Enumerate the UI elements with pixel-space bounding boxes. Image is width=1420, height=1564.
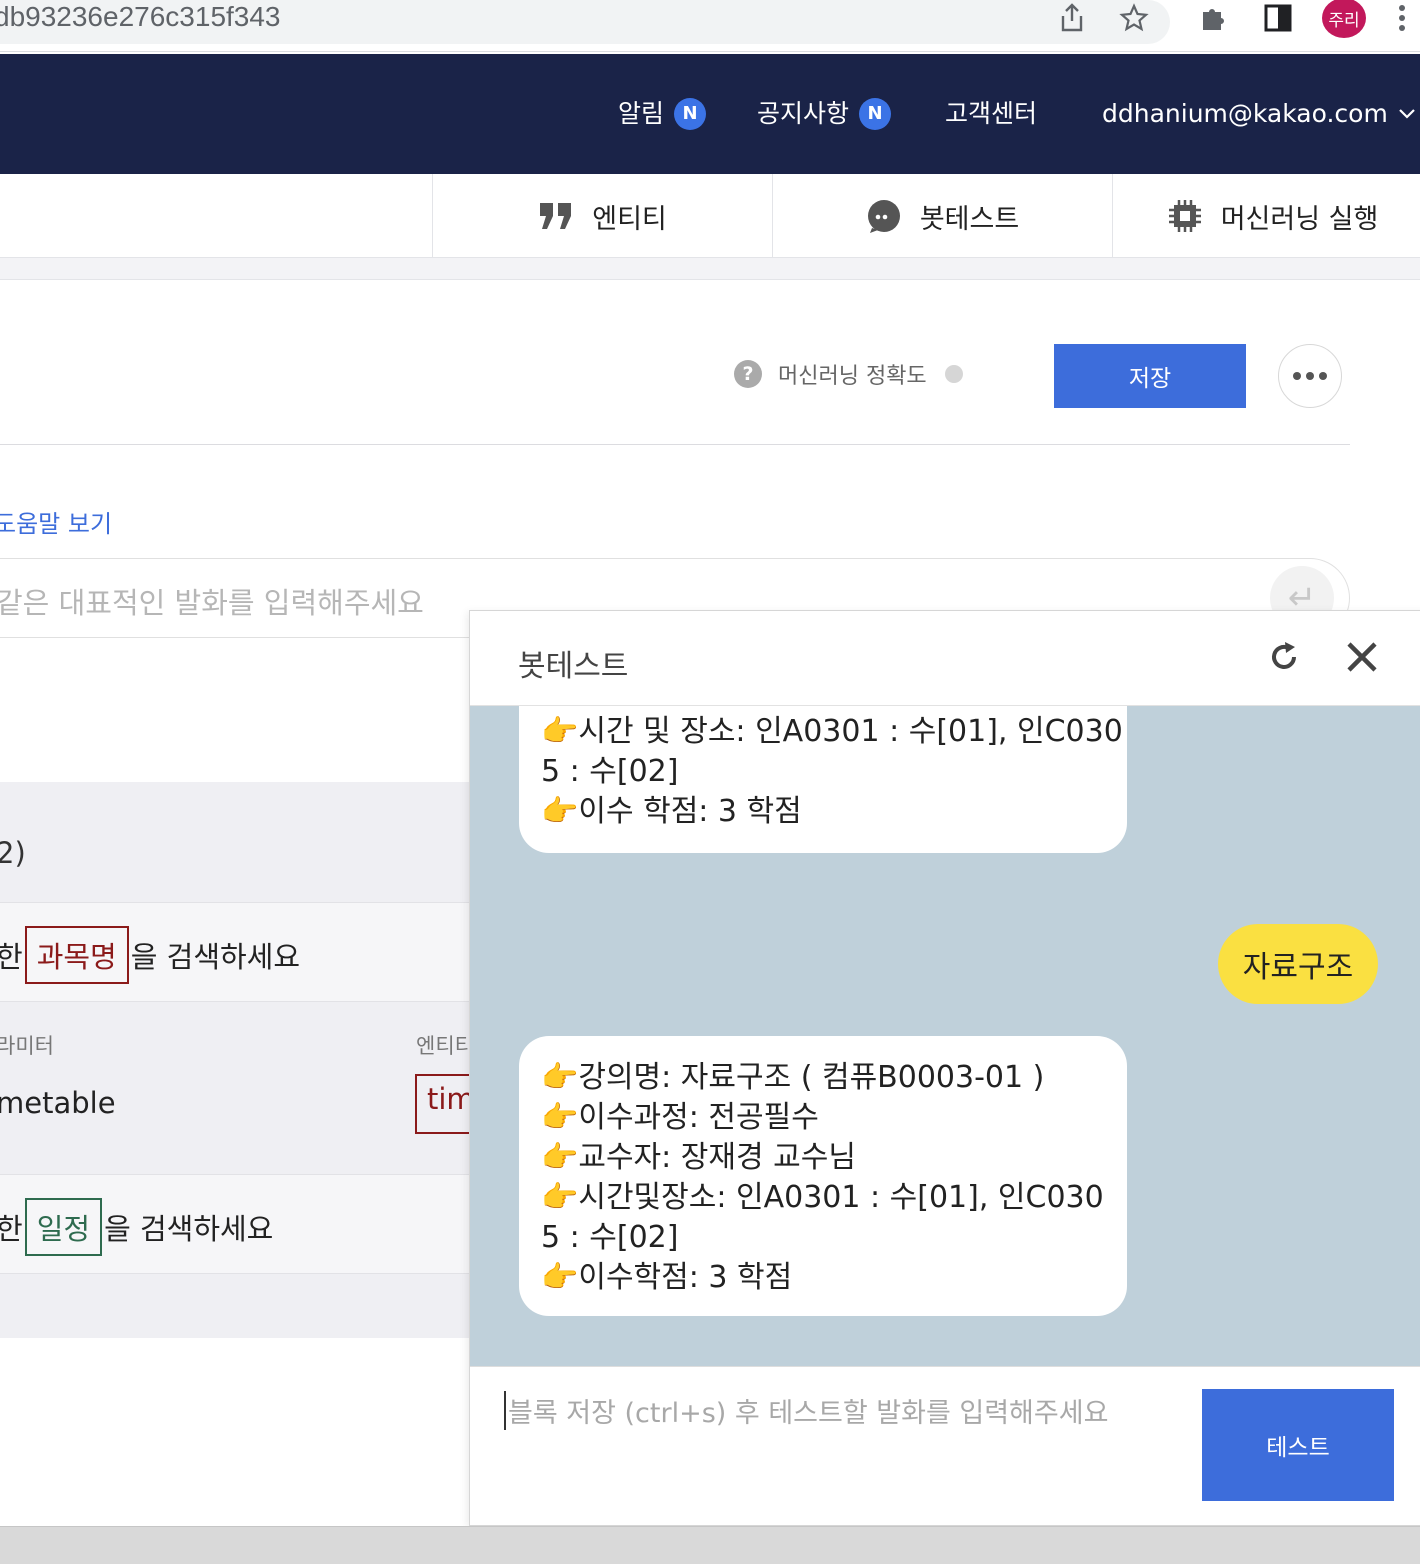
parameter-header: 라미터 [0, 1034, 54, 1058]
account-menu[interactable]: ddhanium@kakao.com [1102, 98, 1416, 130]
test-button[interactable]: 테스트 [1202, 1389, 1394, 1501]
share-icon[interactable] [1056, 2, 1088, 34]
refresh-icon[interactable] [1266, 639, 1302, 675]
section-separator [0, 258, 1420, 280]
bot-test-panel: 봇테스트 👉시간 및 장소: 인A0301 : 수[01], 인C030 5 :… [469, 610, 1420, 1526]
pattern-prefix: 한 [0, 940, 23, 974]
top-navigation: 알림 N 공지사항 N 고객센터 ddhanium@kakao.com [0, 54, 1420, 174]
bot-message-line: 👉교수자: 장재경 교수님 [541, 1140, 856, 1175]
nav-alerts-label: 알림 [618, 99, 665, 128]
more-options-button[interactable] [1278, 344, 1342, 408]
more-dot-icon [1306, 372, 1314, 380]
entity-tag-schedule[interactable]: 일정 [24, 1198, 103, 1256]
help-question-icon[interactable]: ? [734, 360, 762, 388]
parameter-value: metable [0, 1086, 116, 1120]
tab-ml-run[interactable]: 머신러닝 실행 [1112, 174, 1420, 258]
bot-message-line: 👉이수학점: 3 학점 [541, 1260, 793, 1295]
bot-message-line: 5 : 수[02] [541, 1220, 679, 1255]
address-bar[interactable]: db93236e276c315f343 [0, 0, 1170, 44]
bot-message-line: 👉시간 및 장소: 인A0301 : 수[01], 인C030 [541, 714, 1123, 749]
tab-ml-run-label: 머신러닝 실행 [1220, 203, 1379, 235]
entity-tag-subject[interactable]: 과목명 [24, 926, 129, 984]
tab-entity-label: 엔티티 [592, 203, 667, 235]
url-text: db93236e276c315f343 [0, 1, 281, 32]
nav-support[interactable]: 고객센터 [945, 98, 1037, 130]
nav-support-label: 고객센터 [945, 99, 1038, 128]
browser-menu-icon[interactable] [1392, 2, 1412, 34]
browser-toolbar: db93236e276c315f343 주리 [0, 0, 1420, 52]
nav-notice-label: 공지사항 [757, 99, 850, 128]
ml-accuracy: ? 머신러닝 정확도 [734, 358, 963, 390]
user-message: 자료구조 [1218, 924, 1378, 1004]
help-link[interactable]: 도움말 보기 [0, 504, 112, 539]
more-dot-icon [1319, 372, 1327, 380]
divider [0, 444, 1350, 445]
ml-accuracy-status-dot [944, 365, 963, 383]
bot-message: 👉강의명: 자료구조 ( 컴퓨B0003-01 ) 👉이수과정: 전공필수 👉교… [519, 1036, 1127, 1316]
bot-message-line: 👉이수 학점: 3 학점 [541, 794, 802, 829]
builder-tab-bar: 엔티티 봇테스트 머신러닝 실행 [0, 174, 1420, 258]
account-email: ddhanium@kakao.com [1102, 99, 1388, 128]
bottom-edge [0, 1526, 1420, 1564]
test-utterance-input[interactable]: 블록 저장 (ctrl+s) 후 테스트할 발화를 입력해주세요 [504, 1391, 1108, 1430]
tab-bottest-label: 봇테스트 [919, 203, 1020, 235]
alerts-new-badge: N [674, 98, 707, 130]
nav-notice[interactable]: 공지사항 N [757, 98, 892, 130]
bot-message: 👉시간 및 장소: 인A0301 : 수[01], 인C030 5 : 수[02… [519, 706, 1127, 853]
notice-new-badge: N [859, 98, 892, 130]
save-button[interactable]: 저장 [1054, 344, 1246, 408]
bot-message-line: 👉강의명: 자료구조 ( 컴퓨B0003-01 ) [541, 1060, 1045, 1095]
bookmark-star-icon[interactable] [1118, 2, 1150, 34]
chevron-down-icon [1399, 109, 1415, 119]
profile-avatar[interactable]: 주리 [1322, 0, 1366, 38]
bot-test-header: 봇테스트 [470, 611, 1420, 706]
bot-message-line: 👉이수과정: 전공필수 [541, 1100, 819, 1135]
chat-messages-area: 👉시간 및 장소: 인A0301 : 수[01], 인C030 5 : 수[02… [470, 706, 1420, 1366]
utterance-placeholder: 같은 대표적인 발화를 입력해주세요 [0, 586, 424, 620]
side-panel-icon[interactable] [1262, 2, 1294, 34]
bot-test-title: 봇테스트 [518, 649, 629, 684]
utterance-count: 2) [0, 836, 26, 870]
entity-header: 엔티티 [416, 1034, 474, 1058]
pattern-suffix: 을 검색하세요 [104, 1212, 274, 1246]
chip-icon [1168, 200, 1201, 232]
bot-test-input-area: 블록 저장 (ctrl+s) 후 테스트할 발화를 입력해주세요 테스트 [470, 1366, 1420, 1525]
quote-icon [540, 203, 572, 229]
ml-accuracy-label: 머신러닝 정확도 [778, 364, 927, 389]
tab-bottest[interactable]: 봇테스트 [772, 174, 1112, 258]
pattern-suffix: 을 검색하세요 [130, 940, 301, 974]
close-icon[interactable] [1344, 639, 1380, 675]
bot-message-line: 👉시간및장소: 인A0301 : 수[01], 인C030 [541, 1180, 1104, 1215]
pattern-prefix: 한 [0, 1212, 23, 1246]
nav-alerts[interactable]: 알림 N [618, 98, 707, 130]
chat-bubble-icon [867, 200, 900, 233]
bot-message-line: 5 : 수[02] [541, 754, 679, 789]
tab-entity[interactable]: 엔티티 [432, 174, 772, 258]
utterance-pattern-2: 한 일정 을 검색하세요 [0, 1198, 273, 1256]
more-dot-icon [1293, 372, 1301, 380]
extensions-puzzle-icon[interactable] [1198, 2, 1230, 34]
utterance-pattern-1: 한 과목명 을 검색하세요 [0, 926, 300, 984]
app-root: { "browser": { "url_fragment": "db93236e… [0, 0, 1420, 1564]
